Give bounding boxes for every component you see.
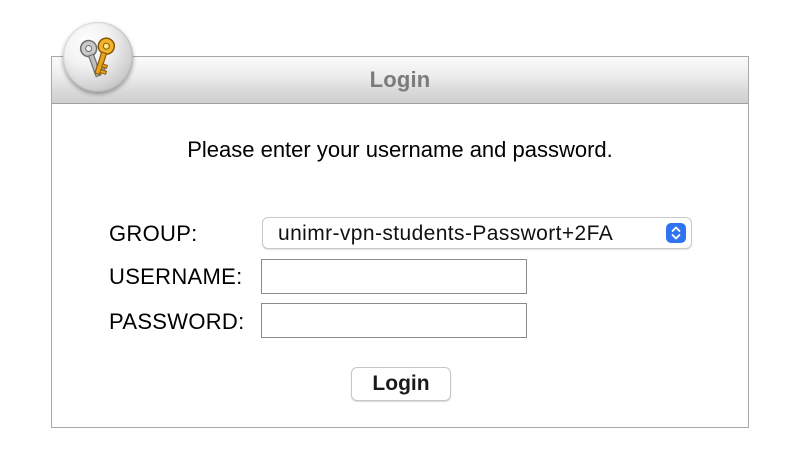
login-prompt: Please enter your username and password.: [187, 137, 613, 162]
username-label: USERNAME:: [109, 264, 243, 289]
login-page: Login Please enter your username and pas…: [0, 0, 802, 464]
group-select-value: unimr-vpn-students-Passwort+2FA: [278, 222, 614, 245]
password-label: PASSWORD:: [109, 309, 245, 334]
chevron-up-down-icon: [666, 223, 686, 243]
panel-title-bar: Login: [52, 57, 748, 104]
group-select[interactable]: unimr-vpn-students-Passwort+2FA: [262, 217, 692, 249]
group-label: GROUP:: [109, 221, 198, 246]
username-field[interactable]: [261, 259, 527, 294]
panel-title: Login: [369, 67, 431, 92]
login-panel: Login Please enter your username and pas…: [51, 56, 749, 428]
keys-icon: [63, 22, 133, 92]
password-field[interactable]: [261, 303, 527, 338]
login-button[interactable]: Login: [351, 367, 451, 401]
